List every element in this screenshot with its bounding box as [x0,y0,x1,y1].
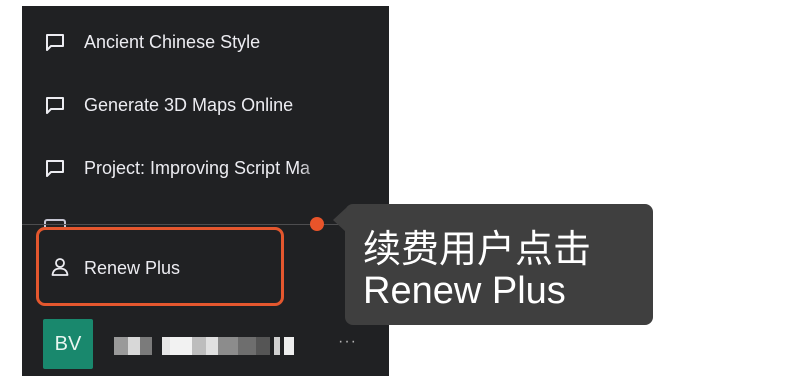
user-icon [51,258,69,276]
renew-plus-button[interactable]: Renew Plus [36,227,284,306]
chat-bubble-icon [46,160,64,177]
renew-plus-label: Renew Plus [84,258,181,278]
avatar: BV [43,319,93,369]
sidebar: Ancient Chinese Style Generate 3D Maps O… [22,6,389,376]
chat-history-item-ancient-chinese-style[interactable]: Ancient Chinese Style [22,23,389,63]
chat-bubble-icon [46,97,64,114]
chat-history-item-project-improving-script[interactable]: Project: Improving Script Ma [22,149,389,189]
account-menu[interactable]: BV ··· [22,315,389,371]
chat-history-label: Ancient Chinese Style [84,32,261,52]
pointer-dot [310,217,324,231]
avatar-initials: BV [54,332,82,355]
annotation-tooltip: 续费用户点击 Renew Plus [345,204,653,325]
tooltip-line-2: Renew Plus [363,270,566,312]
chat-history-label: Project: Improving Script Ma [84,158,311,178]
redacted-username [114,337,329,355]
more-options-icon[interactable]: ··· [338,333,357,351]
chat-bubble-icon [46,34,64,51]
chat-bubble-icon [44,219,66,227]
chat-history-label: Generate 3D Maps Online [84,95,294,115]
chat-history-item-generate-3d-maps[interactable]: Generate 3D Maps Online [22,86,389,126]
tooltip-line-1: 续费用户点击 [363,227,592,271]
